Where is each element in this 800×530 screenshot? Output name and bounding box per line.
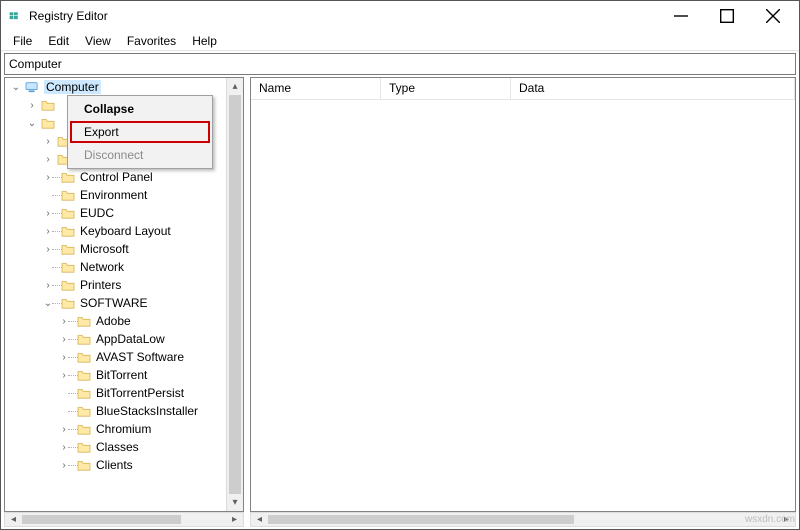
folder-icon xyxy=(76,458,92,472)
values-list[interactable] xyxy=(251,100,795,511)
computer-icon xyxy=(24,80,40,94)
tree-node[interactable]: ›EUDC xyxy=(41,204,226,222)
tree-node-label: Classes xyxy=(96,440,139,454)
title-bar: Registry Editor xyxy=(1,1,799,31)
context-menu: Collapse Export Disconnect xyxy=(67,95,213,169)
scroll-up-icon[interactable]: ▴ xyxy=(227,78,243,95)
folder-icon xyxy=(60,206,76,220)
folder-icon xyxy=(60,278,76,292)
tree-node-label: Environment xyxy=(80,188,147,202)
tree-node-label: Control Panel xyxy=(80,170,153,184)
folder-icon xyxy=(60,188,76,202)
tree-node[interactable]: ∙BitTorrentPersist xyxy=(57,384,226,402)
address-bar[interactable]: Computer xyxy=(4,53,796,75)
folder-icon xyxy=(60,170,76,184)
menu-bar: File Edit View Favorites Help xyxy=(1,31,799,51)
context-menu-export[interactable]: Export xyxy=(70,121,210,143)
menu-edit[interactable]: Edit xyxy=(40,32,77,50)
tree-node-label: AppDataLow xyxy=(96,332,165,346)
tree-node[interactable]: ∙BlueStacksInstaller xyxy=(57,402,226,420)
folder-icon xyxy=(76,386,92,400)
folder-icon xyxy=(76,350,92,364)
folder-icon xyxy=(76,422,92,436)
folder-icon xyxy=(60,260,76,274)
scroll-right-icon[interactable]: ▸ xyxy=(778,513,795,526)
expand-toggle-icon[interactable]: ⌄ xyxy=(25,116,39,130)
scroll-thumb[interactable] xyxy=(229,95,241,494)
tree-node[interactable]: ›Control Panel xyxy=(41,168,226,186)
column-header-data[interactable]: Data xyxy=(511,78,795,99)
scroll-thumb[interactable] xyxy=(268,515,574,524)
tree-node-label: Clients xyxy=(96,458,133,472)
column-header-type[interactable]: Type xyxy=(381,78,511,99)
tree-node-label: AVAST Software xyxy=(96,350,184,364)
tree-node[interactable]: ›AppDataLow xyxy=(57,330,226,348)
window-title: Registry Editor xyxy=(29,9,108,23)
expand-toggle-icon[interactable]: ⌄ xyxy=(9,80,23,94)
tree-node[interactable]: ›Classes xyxy=(57,438,226,456)
tree-node-label: Computer xyxy=(44,80,101,94)
folder-icon xyxy=(76,332,92,346)
tree-node[interactable]: ›Keyboard Layout xyxy=(41,222,226,240)
folder-icon xyxy=(40,98,56,112)
expand-toggle-icon[interactable]: › xyxy=(25,98,39,112)
folder-icon xyxy=(76,440,92,454)
tree-node-computer[interactable]: ⌄ Computer xyxy=(9,78,226,96)
tree-node-label: BitTorrent xyxy=(96,368,147,382)
scroll-left-icon[interactable]: ◂ xyxy=(251,513,268,526)
tree-node[interactable]: ›AVAST Software xyxy=(57,348,226,366)
expand-toggle-icon[interactable]: › xyxy=(41,134,55,148)
tree-node[interactable]: ›Chromium xyxy=(57,420,226,438)
tree-node-label: SOFTWARE xyxy=(80,296,148,310)
folder-icon xyxy=(76,368,92,382)
folder-icon xyxy=(60,242,76,256)
tree-node-label: EUDC xyxy=(80,206,114,220)
scroll-left-icon[interactable]: ◂ xyxy=(5,513,22,526)
address-text: Computer xyxy=(9,57,62,71)
tree-node[interactable]: ∙Network xyxy=(41,258,226,276)
context-menu-disconnect: Disconnect xyxy=(70,144,210,166)
tree-node[interactable]: ›BitTorrent xyxy=(57,366,226,384)
maximize-button[interactable] xyxy=(707,1,753,31)
scroll-right-icon[interactable]: ▸ xyxy=(226,513,243,526)
menu-favorites[interactable]: Favorites xyxy=(119,32,184,50)
tree-node[interactable]: ›Adobe xyxy=(57,312,226,330)
tree-vertical-scrollbar[interactable]: ▴ ▾ xyxy=(226,78,243,511)
folder-icon xyxy=(60,296,76,310)
column-header-name[interactable]: Name xyxy=(251,78,381,99)
tree-node-software[interactable]: ⌄SOFTWARE xyxy=(41,294,226,312)
scroll-down-icon[interactable]: ▾ xyxy=(227,494,243,511)
folder-icon xyxy=(60,224,76,238)
tree-node-label: Printers xyxy=(80,278,121,292)
menu-file[interactable]: File xyxy=(5,32,40,50)
app-icon xyxy=(9,9,25,23)
tree-node[interactable]: ›Microsoft xyxy=(41,240,226,258)
folder-icon xyxy=(40,116,56,130)
tree-node[interactable]: ∙Environment xyxy=(41,186,226,204)
tree-node-label: Chromium xyxy=(96,422,151,436)
tree-node-label: BlueStacksInstaller xyxy=(96,404,198,418)
context-menu-collapse[interactable]: Collapse xyxy=(70,98,210,120)
tree-node-label: Keyboard Layout xyxy=(80,224,171,238)
menu-help[interactable]: Help xyxy=(184,32,225,50)
scroll-thumb[interactable] xyxy=(22,515,181,524)
tree-node-label: Microsoft xyxy=(80,242,129,256)
tree-node-label: Network xyxy=(80,260,124,274)
values-horizontal-scrollbar[interactable]: ◂ ▸ xyxy=(250,512,796,527)
expand-toggle-icon[interactable]: › xyxy=(41,152,55,166)
close-button[interactable] xyxy=(753,1,799,31)
tree-node-label: Adobe xyxy=(96,314,131,328)
tree-node-label: BitTorrentPersist xyxy=(96,386,184,400)
values-pane: Name Type Data xyxy=(250,77,796,512)
folder-icon xyxy=(76,314,92,328)
folder-icon xyxy=(76,404,92,418)
tree-horizontal-scrollbar[interactable]: ◂ ▸ xyxy=(4,512,244,527)
minimize-button[interactable] xyxy=(661,1,707,31)
tree-node[interactable]: ›Printers xyxy=(41,276,226,294)
values-header: Name Type Data xyxy=(251,78,795,100)
tree-node[interactable]: ›Clients xyxy=(57,456,226,474)
menu-view[interactable]: View xyxy=(77,32,119,50)
